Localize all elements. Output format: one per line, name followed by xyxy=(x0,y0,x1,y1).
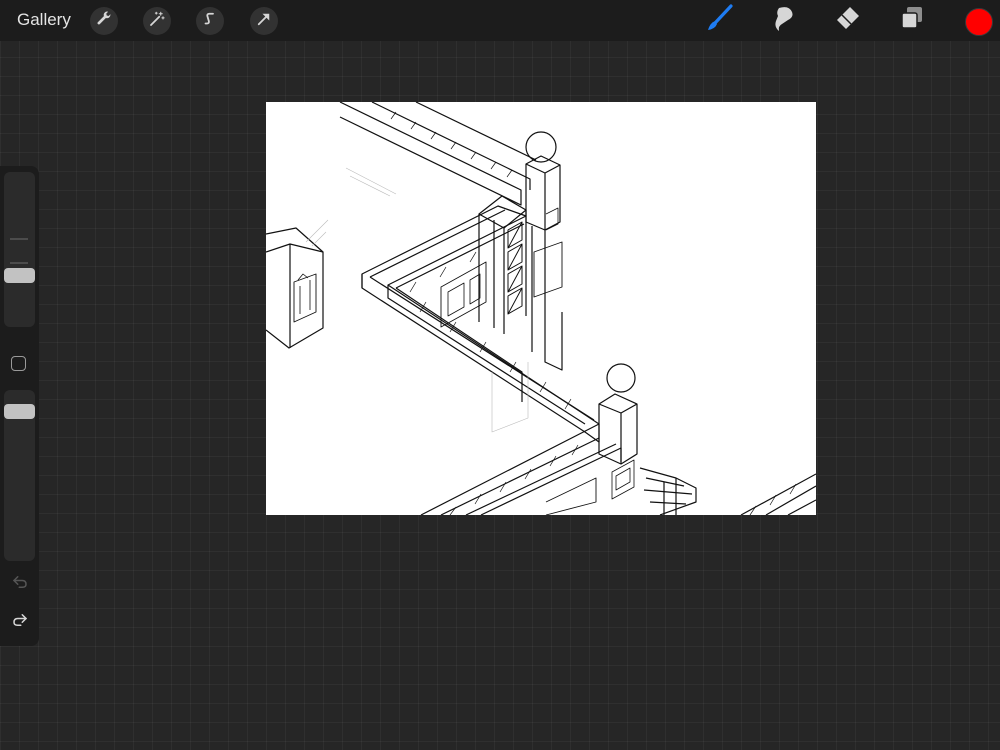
color-picker-button[interactable] xyxy=(965,8,993,36)
building-line-drawing xyxy=(266,102,816,515)
adjustments-button[interactable] xyxy=(143,7,171,35)
eraser-tool[interactable] xyxy=(832,5,862,35)
square-modifier-icon[interactable] xyxy=(11,356,26,371)
drawing-canvas[interactable] xyxy=(266,102,816,515)
wrench-icon xyxy=(95,10,113,33)
redo-icon xyxy=(11,611,29,634)
transform-arrow-icon xyxy=(255,10,273,33)
top-toolbar: Gallery xyxy=(0,0,1000,41)
brush-size-thumb[interactable] xyxy=(4,268,35,283)
slider-tick xyxy=(10,238,28,240)
smudge-tool[interactable] xyxy=(768,5,798,35)
selection-button[interactable] xyxy=(196,7,224,35)
brush-size-slider[interactable] xyxy=(4,172,35,327)
selection-s-icon xyxy=(201,10,219,33)
undo-button[interactable] xyxy=(9,573,31,595)
smudge-icon xyxy=(769,4,797,37)
actions-button[interactable] xyxy=(90,7,118,35)
brush-opacity-thumb[interactable] xyxy=(4,404,35,419)
magic-wand-icon xyxy=(148,10,166,33)
redo-button[interactable] xyxy=(9,611,31,633)
brush-icon xyxy=(705,3,733,37)
eraser-icon xyxy=(833,4,861,37)
brush-tool[interactable] xyxy=(704,3,734,37)
layers-tool[interactable] xyxy=(897,5,927,35)
gallery-button[interactable]: Gallery xyxy=(17,10,71,30)
undo-icon xyxy=(11,573,29,596)
left-sidebar xyxy=(0,166,39,646)
slider-tick xyxy=(10,262,28,264)
layers-icon xyxy=(898,4,926,37)
transform-button[interactable] xyxy=(250,7,278,35)
